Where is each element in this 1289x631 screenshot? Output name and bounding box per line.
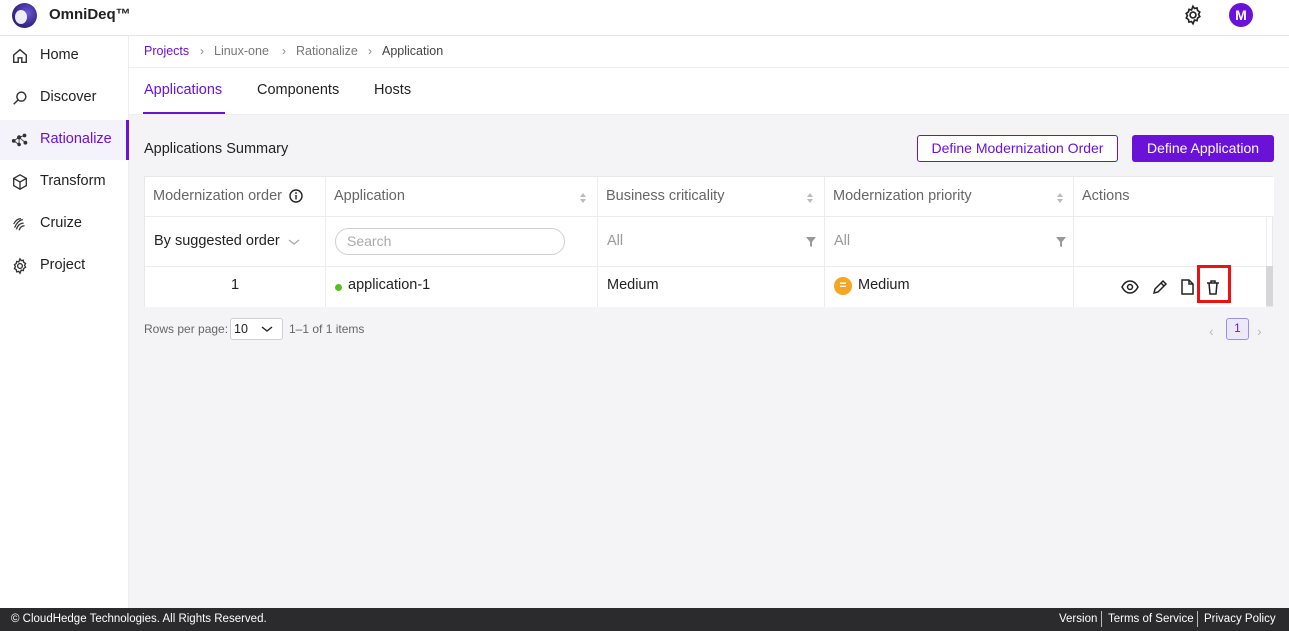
table-row-order-cell: 1 [145,267,326,307]
rows-per-page-label: Rows per page: [144,322,229,336]
column-header-modernization-priority[interactable]: Modernization priority [825,177,1074,217]
sort-icon[interactable] [805,190,815,206]
sort-icon[interactable] [578,190,588,206]
footer-divider [1197,611,1198,627]
settings-gear-icon[interactable] [1182,4,1204,26]
table-row-actions-cell [1074,267,1267,307]
application-search-field[interactable] [335,228,565,255]
sidebar-item-label: Cruize [40,215,82,231]
modernization-priority-value: Medium [858,277,910,293]
rows-per-page-value: 10 [234,322,248,336]
footer-link-privacy[interactable]: Privacy Policy [1204,613,1276,625]
breadcrumb-linux-one[interactable]: Linux-one [214,44,269,58]
order-filter-select[interactable]: By suggested order [145,217,326,267]
status-dot [335,284,342,291]
footer-link-version[interactable]: Version [1059,613,1097,625]
omnideq-logo[interactable] [12,3,37,28]
home-icon [12,48,28,64]
chevron-right-icon: › [368,44,372,58]
sidebar-item-transform[interactable]: Transform [0,162,129,202]
chevron-down-icon [261,326,273,332]
tab-hosts[interactable]: Hosts [374,82,411,98]
priority-filter-value: All [834,233,851,249]
section-title: Applications Summary [144,141,289,157]
sidebar-item-label: Rationalize [40,131,112,147]
table-row-priority-cell: = Medium [825,267,1074,307]
rows-per-page-select[interactable]: 10 [230,318,283,340]
breadcrumb-rationalize[interactable]: Rationalize [296,44,358,58]
footer-link-terms[interactable]: Terms of Service [1108,613,1194,625]
delete-highlight-box [1197,265,1231,303]
table-row-criticality-cell: Medium [598,267,825,307]
criticality-filter-value: All [607,233,624,249]
active-tab-indicator [143,112,225,114]
define-modernization-order-button[interactable]: Define Modernization Order [917,135,1118,162]
column-header-business-criticality[interactable]: Business criticality [598,177,825,217]
footer-divider [1101,611,1102,627]
breadcrumb-projects[interactable]: Projects [144,44,189,58]
info-icon[interactable] [289,189,303,203]
criticality-filter-cell[interactable]: All [598,217,825,267]
breadcrumb: Projects › Linux-one › Rationalize › App… [129,36,1289,68]
breadcrumb-application: Application [382,44,444,58]
modernization-order-value: 1 [231,277,240,293]
user-avatar[interactable]: M [1229,3,1253,27]
sidebar-item-discover[interactable]: Discover [0,78,129,118]
sidebar-item-label: Discover [40,89,97,105]
actions-filter-cell [1074,217,1267,267]
chevron-right-icon: › [200,44,204,58]
footer: © CloudHedge Technologies. All Rights Re… [0,608,1289,631]
define-application-button[interactable]: Define Application [1132,135,1274,162]
filter-icon[interactable] [1056,237,1066,247]
pagination-range: 1–1 of 1 items [289,322,365,336]
column-header-actions: Actions [1074,177,1274,217]
sidebar-item-label: Home [40,47,79,63]
network-icon [11,133,28,147]
column-header-modernization-order[interactable]: Modernization order [145,177,326,217]
sidebar-item-label: Transform [40,173,106,189]
gear-icon [13,257,27,275]
sidebar-item-project[interactable]: Project [0,246,129,286]
top-bar: OmniDeq™ M [0,0,1289,36]
sidebar: Home Discover Rationalize Transform Crui… [0,36,129,608]
priority-medium-icon: = [834,277,852,295]
tab-applications[interactable]: Applications [144,82,222,98]
view-eye-icon[interactable] [1121,278,1139,296]
search-input[interactable] [347,233,547,249]
sidebar-item-cruize[interactable]: Cruize [0,204,129,244]
table-scrollbar[interactable] [1266,266,1273,306]
edit-pencil-icon[interactable] [1151,278,1169,296]
document-icon[interactable] [1178,278,1196,296]
application-name[interactable]: application-1 [348,277,430,293]
table-row-application-cell: application-1 [326,267,598,307]
column-header-application[interactable]: Application [326,177,598,217]
sidebar-item-label: Project [40,257,86,273]
tab-components[interactable]: Components [257,82,339,98]
tab-bar: Applications Components Hosts [129,68,1289,115]
search-icon [13,91,27,105]
page-number-button[interactable]: 1 [1226,318,1249,340]
copyright-text: © CloudHedge Technologies. All Rights Re… [11,613,267,625]
brand-name: OmniDeq™ [49,6,131,23]
sort-icon[interactable] [1055,190,1065,206]
next-page-icon[interactable]: › [1257,323,1262,339]
fingerprint-icon [13,217,25,231]
filter-icon[interactable] [806,237,816,247]
application-filter-cell [326,217,598,267]
sidebar-item-home[interactable]: Home [0,36,129,76]
priority-filter-cell[interactable]: All [825,217,1074,267]
previous-page-icon[interactable]: ‹ [1209,323,1214,339]
sidebar-item-rationalize[interactable]: Rationalize [0,120,129,160]
chevron-right-icon: › [282,44,286,58]
business-criticality-value: Medium [607,277,659,293]
chevron-down-icon [288,239,300,245]
cube-icon [13,174,27,190]
applications-table: Modernization order Application Business… [144,176,1274,307]
order-filter-value: By suggested order [154,233,280,249]
